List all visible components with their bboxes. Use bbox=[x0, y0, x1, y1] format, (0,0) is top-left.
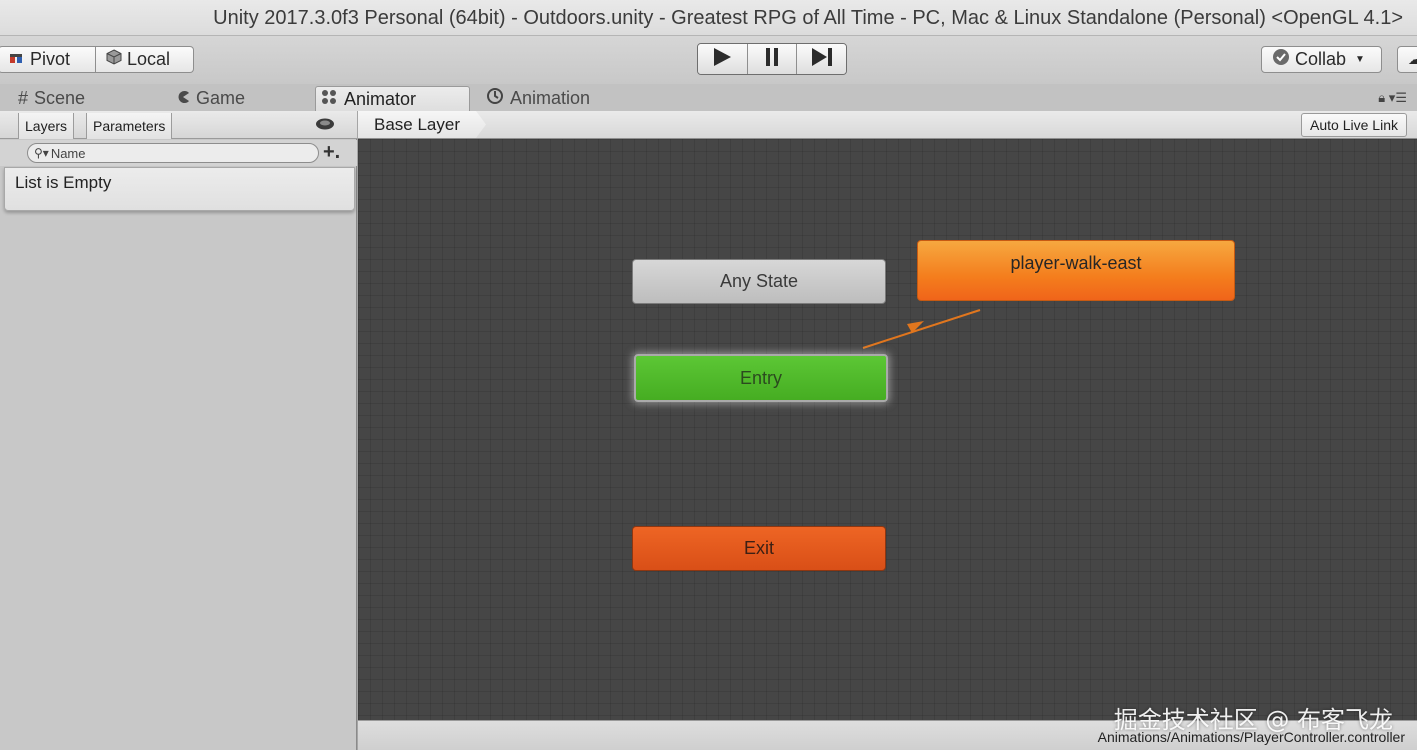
tab-animator-label: Animator bbox=[344, 88, 417, 109]
watermark-text: 掘金技术社区 @ 布客飞龙 bbox=[1113, 706, 1393, 734]
eye-icon[interactable] bbox=[315, 117, 335, 135]
state-node-player-walk-east[interactable]: player-walk-east bbox=[917, 240, 1235, 301]
search-placeholder: Name bbox=[50, 145, 86, 161]
grid-icon: # bbox=[18, 88, 29, 108]
pacman-icon bbox=[176, 88, 190, 109]
step-icon bbox=[810, 47, 834, 72]
search-icon: ⚲▾ bbox=[34, 146, 49, 160]
add-parameter-button[interactable]: +. bbox=[323, 141, 340, 164]
window-title: Unity 2017.3.0f3 Personal (64bit) - Outd… bbox=[213, 7, 1403, 29]
tab-scene[interactable]: # Scene bbox=[14, 86, 89, 111]
tab-parameters[interactable]: Parameters bbox=[86, 113, 173, 139]
tab-layers[interactable]: Layers bbox=[18, 113, 75, 139]
empty-list-text: List is Empty bbox=[15, 173, 112, 192]
pivot-icon bbox=[9, 49, 25, 70]
tab-animation[interactable]: Animation bbox=[482, 86, 594, 111]
panel-tabs: Layers Parameters bbox=[0, 111, 357, 139]
breadcrumb[interactable]: Base Layer bbox=[358, 111, 486, 138]
auto-live-link-button[interactable]: Auto Live Link bbox=[1301, 113, 1407, 137]
lock-icon[interactable]: 🔒︎ ▾☰ bbox=[1378, 90, 1407, 106]
tab-parameters-label: Parameters bbox=[93, 118, 166, 134]
parameter-list: List is Empty bbox=[4, 167, 355, 211]
tab-animator[interactable]: Animator bbox=[315, 86, 470, 111]
tab-layers-label: Layers bbox=[25, 118, 68, 134]
parameters-panel: Layers Parameters ⚲▾ Name +. List is Emp… bbox=[0, 111, 357, 750]
breadcrumb-base-layer: Base Layer bbox=[374, 114, 460, 134]
any-state-label: Any State bbox=[719, 271, 799, 291]
clock-icon bbox=[486, 87, 504, 110]
pivot-label: Pivot bbox=[30, 49, 71, 69]
exit-node[interactable]: Exit bbox=[632, 526, 886, 571]
transition-layer bbox=[862, 309, 981, 349]
play-icon bbox=[711, 47, 733, 72]
local-button[interactable]: Local bbox=[96, 46, 194, 73]
entry-label: Entry bbox=[739, 367, 782, 388]
collab-label: Collab bbox=[1295, 49, 1347, 69]
pause-button[interactable] bbox=[747, 44, 798, 74]
dropdown-icon: ▼ bbox=[1355, 54, 1365, 65]
tab-game-label: Game bbox=[196, 88, 246, 108]
editor-tabs: # Scene Game Animator Animation 🔒︎ ▾☰ bbox=[0, 84, 1417, 111]
main-toolbar: Pivot Local Collab ▼ ☁ bbox=[0, 36, 1417, 84]
account-button[interactable]: ☁ bbox=[1397, 46, 1417, 73]
animator-icon bbox=[320, 88, 338, 111]
local-label: Local bbox=[127, 49, 171, 69]
animator-graph[interactable]: Any State Entry player-walk-east Exit bbox=[358, 139, 1417, 720]
collab-button[interactable]: Collab ▼ bbox=[1261, 46, 1382, 73]
window-titlebar: Unity 2017.3.0f3 Personal (64bit) - Outd… bbox=[0, 0, 1417, 36]
play-button[interactable] bbox=[698, 44, 748, 74]
tab-game[interactable]: Game bbox=[172, 86, 249, 111]
cloud-icon: ☁ bbox=[1408, 51, 1417, 67]
collab-check-icon bbox=[1272, 48, 1290, 71]
exit-label: Exit bbox=[743, 538, 774, 558]
tab-scene-label: Scene bbox=[34, 88, 86, 108]
parameter-search-input[interactable]: ⚲▾ Name bbox=[27, 143, 319, 163]
transition-arrow[interactable] bbox=[862, 309, 981, 349]
playback-controls bbox=[697, 43, 847, 75]
pause-icon bbox=[763, 47, 781, 72]
pivot-button[interactable]: Pivot bbox=[0, 46, 96, 73]
state-label: player-walk-east bbox=[1010, 253, 1142, 273]
parameter-search-bar: ⚲▾ Name +. bbox=[0, 140, 357, 166]
step-button[interactable] bbox=[797, 44, 846, 74]
graph-header: Base Layer Auto Live Link bbox=[358, 111, 1417, 139]
auto-live-link-label: Auto Live Link bbox=[1310, 117, 1398, 133]
tab-animation-label: Animation bbox=[510, 88, 591, 108]
local-icon bbox=[106, 49, 122, 70]
any-state-node[interactable]: Any State bbox=[632, 259, 886, 304]
entry-node[interactable]: Entry bbox=[634, 354, 888, 402]
